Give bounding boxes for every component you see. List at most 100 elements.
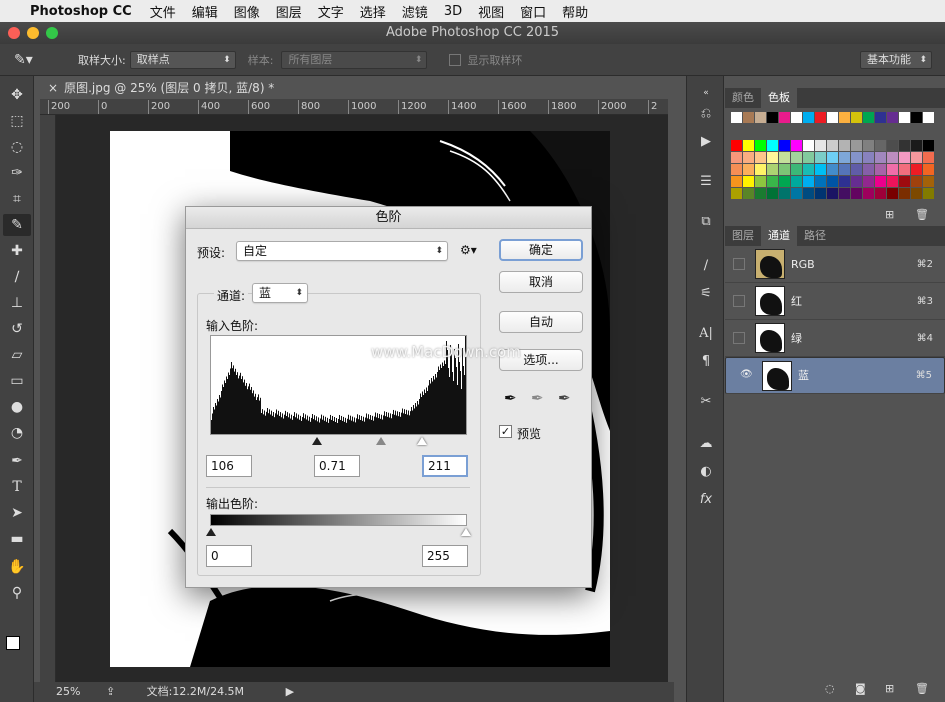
new-channel-icon[interactable]: ⊞ bbox=[885, 682, 894, 695]
adjustments-panel-icon[interactable]: ◐ bbox=[693, 460, 719, 482]
preview-checkbox[interactable]: ✓ bbox=[499, 425, 512, 438]
blur-tool-icon[interactable]: ● bbox=[3, 396, 31, 418]
menu-layer[interactable]: 图层 bbox=[276, 2, 302, 21]
color-swatch[interactable] bbox=[851, 140, 862, 151]
color-swatch[interactable] bbox=[731, 188, 742, 199]
color-swatch[interactable] bbox=[755, 164, 766, 175]
color-swatch[interactable] bbox=[767, 140, 778, 151]
color-swatch[interactable] bbox=[731, 164, 742, 175]
channel-select[interactable]: 蓝 ⬍ bbox=[252, 283, 308, 303]
color-swatch[interactable] bbox=[791, 140, 802, 151]
status-menu-arrow-icon[interactable]: ▶ bbox=[286, 685, 294, 698]
color-swatch[interactable] bbox=[875, 188, 886, 199]
app-menu[interactable]: Photoshop CC bbox=[30, 4, 132, 19]
preset-options-gear-icon[interactable]: ⚙▾ bbox=[460, 243, 477, 257]
preset-select[interactable]: 自定 ⬍ bbox=[236, 241, 448, 261]
color-swatch[interactable] bbox=[911, 112, 922, 123]
sample-select[interactable]: 所有图层 ⬍ bbox=[281, 50, 428, 69]
color-swatch[interactable] bbox=[911, 176, 922, 187]
color-swatch[interactable] bbox=[827, 176, 838, 187]
color-swatch[interactable] bbox=[887, 112, 898, 123]
color-swatch[interactable] bbox=[899, 112, 910, 123]
color-swatch[interactable] bbox=[731, 140, 742, 151]
brush-presets-icon[interactable]: ⚟ bbox=[693, 282, 719, 304]
channel-row-red[interactable]: 红 ⌘3 bbox=[725, 283, 945, 320]
dodge-tool-icon[interactable]: ◔ bbox=[3, 422, 31, 444]
color-swatch[interactable] bbox=[767, 112, 778, 123]
visibility-toggle[interactable] bbox=[733, 295, 745, 307]
menu-image[interactable]: 图像 bbox=[234, 2, 260, 21]
foreground-color-swatch[interactable] bbox=[6, 636, 20, 650]
color-swatch[interactable] bbox=[743, 176, 754, 187]
lasso-tool-icon[interactable]: ◌ bbox=[3, 136, 31, 158]
clone-stamp-tool-icon[interactable]: ⊥ bbox=[3, 292, 31, 314]
color-swatch[interactable] bbox=[839, 152, 850, 163]
tab-color[interactable]: 颜色 bbox=[725, 88, 761, 108]
input-black-slider[interactable] bbox=[312, 437, 322, 445]
zoom-window-button[interactable] bbox=[46, 27, 58, 39]
swatches-grid[interactable] bbox=[731, 112, 941, 206]
brush-tool-icon[interactable]: ∕ bbox=[3, 266, 31, 288]
color-swatch[interactable] bbox=[743, 152, 754, 163]
tab-layers[interactable]: 图层 bbox=[725, 226, 761, 246]
color-swatch[interactable] bbox=[815, 112, 826, 123]
color-swatch[interactable] bbox=[779, 188, 790, 199]
history-brush-tool-icon[interactable]: ↺ bbox=[3, 318, 31, 340]
color-swatch[interactable] bbox=[803, 112, 814, 123]
auto-button[interactable]: 自动 bbox=[499, 311, 583, 333]
rectangle-tool-icon[interactable]: ▬ bbox=[3, 528, 31, 550]
color-swatch[interactable] bbox=[911, 140, 922, 151]
color-swatch[interactable] bbox=[887, 188, 898, 199]
sample-size-select[interactable]: 取样点 ⬍ bbox=[129, 50, 236, 69]
channel-row-green[interactable]: 绿 ⌘4 bbox=[725, 320, 945, 357]
eraser-tool-icon[interactable]: ▱ bbox=[3, 344, 31, 366]
color-swatch[interactable] bbox=[875, 164, 886, 175]
menu-3d[interactable]: 3D bbox=[444, 4, 462, 19]
minimize-window-button[interactable] bbox=[27, 27, 39, 39]
color-swatch[interactable] bbox=[839, 176, 850, 187]
output-white-slider[interactable] bbox=[461, 528, 471, 536]
color-swatch[interactable] bbox=[815, 152, 826, 163]
menu-filter[interactable]: 滤镜 bbox=[402, 2, 428, 21]
color-swatch[interactable] bbox=[803, 176, 814, 187]
load-channel-selection-icon[interactable]: ◌ bbox=[825, 682, 835, 695]
color-swatch[interactable] bbox=[815, 164, 826, 175]
workspace-select[interactable]: 基本功能 ⬍ bbox=[860, 50, 932, 69]
output-black-field[interactable]: 0 bbox=[206, 545, 252, 567]
color-swatch[interactable] bbox=[875, 140, 886, 151]
show-ring-checkbox[interactable] bbox=[449, 53, 462, 66]
libraries-panel-icon[interactable]: ☁ bbox=[693, 432, 719, 454]
color-swatch[interactable] bbox=[863, 188, 874, 199]
healing-brush-tool-icon[interactable]: ✚ bbox=[3, 240, 31, 262]
color-swatch[interactable] bbox=[815, 176, 826, 187]
color-swatch[interactable] bbox=[827, 164, 838, 175]
color-swatch[interactable] bbox=[923, 152, 934, 163]
actions-panel-icon[interactable]: ▶ bbox=[693, 130, 719, 152]
color-swatch[interactable] bbox=[863, 176, 874, 187]
clone-source-panel-icon[interactable]: ⧉ bbox=[693, 210, 719, 232]
color-swatch[interactable] bbox=[839, 112, 850, 123]
type-tool-icon[interactable]: T bbox=[3, 476, 31, 498]
menu-edit[interactable]: 编辑 bbox=[192, 2, 218, 21]
color-swatch[interactable] bbox=[899, 176, 910, 187]
color-swatch[interactable] bbox=[803, 152, 814, 163]
delete-swatch-icon[interactable]: 🗑 bbox=[915, 208, 929, 221]
color-swatch[interactable] bbox=[863, 152, 874, 163]
collapse-panels-icon[interactable]: « bbox=[693, 82, 719, 104]
menu-file[interactable]: 文件 bbox=[150, 2, 176, 21]
output-white-field[interactable]: 255 bbox=[422, 545, 468, 567]
color-swatch[interactable] bbox=[863, 140, 874, 151]
color-swatch[interactable] bbox=[779, 176, 790, 187]
eyedropper-preset-icon[interactable]: ✎▾ bbox=[14, 52, 42, 68]
properties-panel-icon[interactable]: ☰ bbox=[693, 170, 719, 192]
color-swatch[interactable] bbox=[899, 140, 910, 151]
menu-help[interactable]: 帮助 bbox=[562, 2, 588, 21]
menu-select[interactable]: 选择 bbox=[360, 2, 386, 21]
color-swatch[interactable] bbox=[923, 164, 934, 175]
brush-panel-icon[interactable]: ∕ bbox=[693, 254, 719, 276]
color-swatch[interactable] bbox=[779, 152, 790, 163]
color-swatch[interactable] bbox=[923, 176, 934, 187]
color-swatch[interactable] bbox=[767, 188, 778, 199]
color-swatch[interactable] bbox=[887, 152, 898, 163]
color-swatch[interactable] bbox=[827, 152, 838, 163]
